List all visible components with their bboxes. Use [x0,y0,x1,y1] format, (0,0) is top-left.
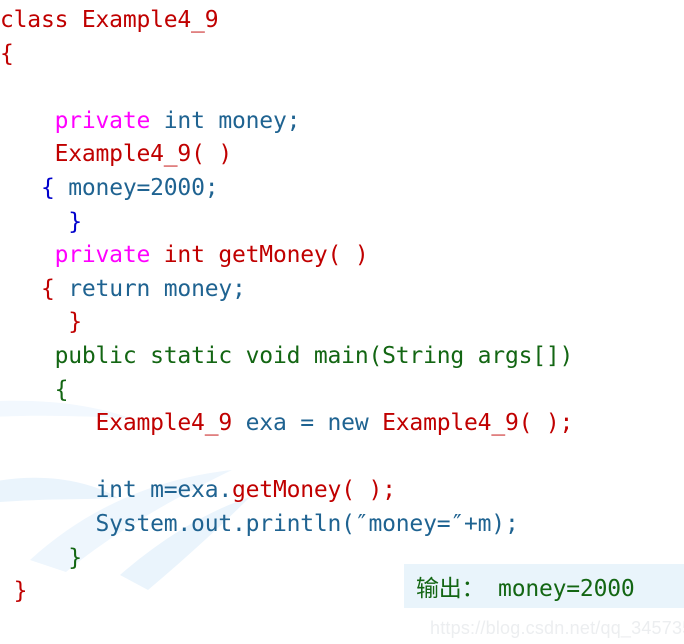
code-token: { [40,275,69,302]
code-line: } [0,306,573,340]
code-token: class Example4_9 [0,7,219,33]
code-line: private int getMoney( ) [0,239,573,273]
code-token: int money; [163,107,301,134]
code-token: return money; [68,275,246,302]
code-line: private int money; [0,105,573,139]
code-line: { money=2000; [0,172,573,206]
code-token: { [40,174,69,201]
code-token: exa = new [245,410,383,437]
code-listing: class Example4_9 { private int money; Exa… [0,4,573,609]
code-token: } [68,208,82,235]
code-token: } [68,309,82,336]
code-line: int m=exa.getMoney( ); [0,474,573,508]
code-line: public static void main(String args[]) [0,340,574,374]
code-token: public static void main(String args[]) [54,342,574,369]
code-line: } [0,206,573,240]
code-token: Example4_9 [95,410,246,437]
code-line: System.out.println(″money=″+m); [0,508,573,542]
code-token: private [54,242,164,269]
code-token: } [68,544,82,571]
output-result-box: 输出： money=2000 [404,564,684,608]
code-token: Example4_9( ) [54,141,233,168]
code-token: money=2000; [68,174,219,201]
code-token: Example4_9( ); [382,410,574,437]
watermark-url: https://blog.csdn.net/qq_34573534 [430,618,684,638]
code-line: { [0,38,573,72]
code-line: class Example4_9 [0,4,573,38]
output-result-text: 输出： money=2000 [416,576,635,602]
code-line: Example4_9 exa = new Example4_9( ); [0,407,574,441]
code-token: { [0,40,14,67]
code-line: Example4_9( ) [0,138,573,172]
code-token: } [13,578,28,605]
code-token: { [54,376,69,403]
code-token: System.out.println(″money=″+m); [95,510,519,537]
code-token: int m=exa. [95,477,233,504]
code-token: getMoney( ); [232,477,396,504]
code-token: int getMoney( ) [163,242,369,269]
code-line: { [0,374,573,408]
code-token: private [54,107,164,134]
code-line: { return money; [0,273,573,307]
